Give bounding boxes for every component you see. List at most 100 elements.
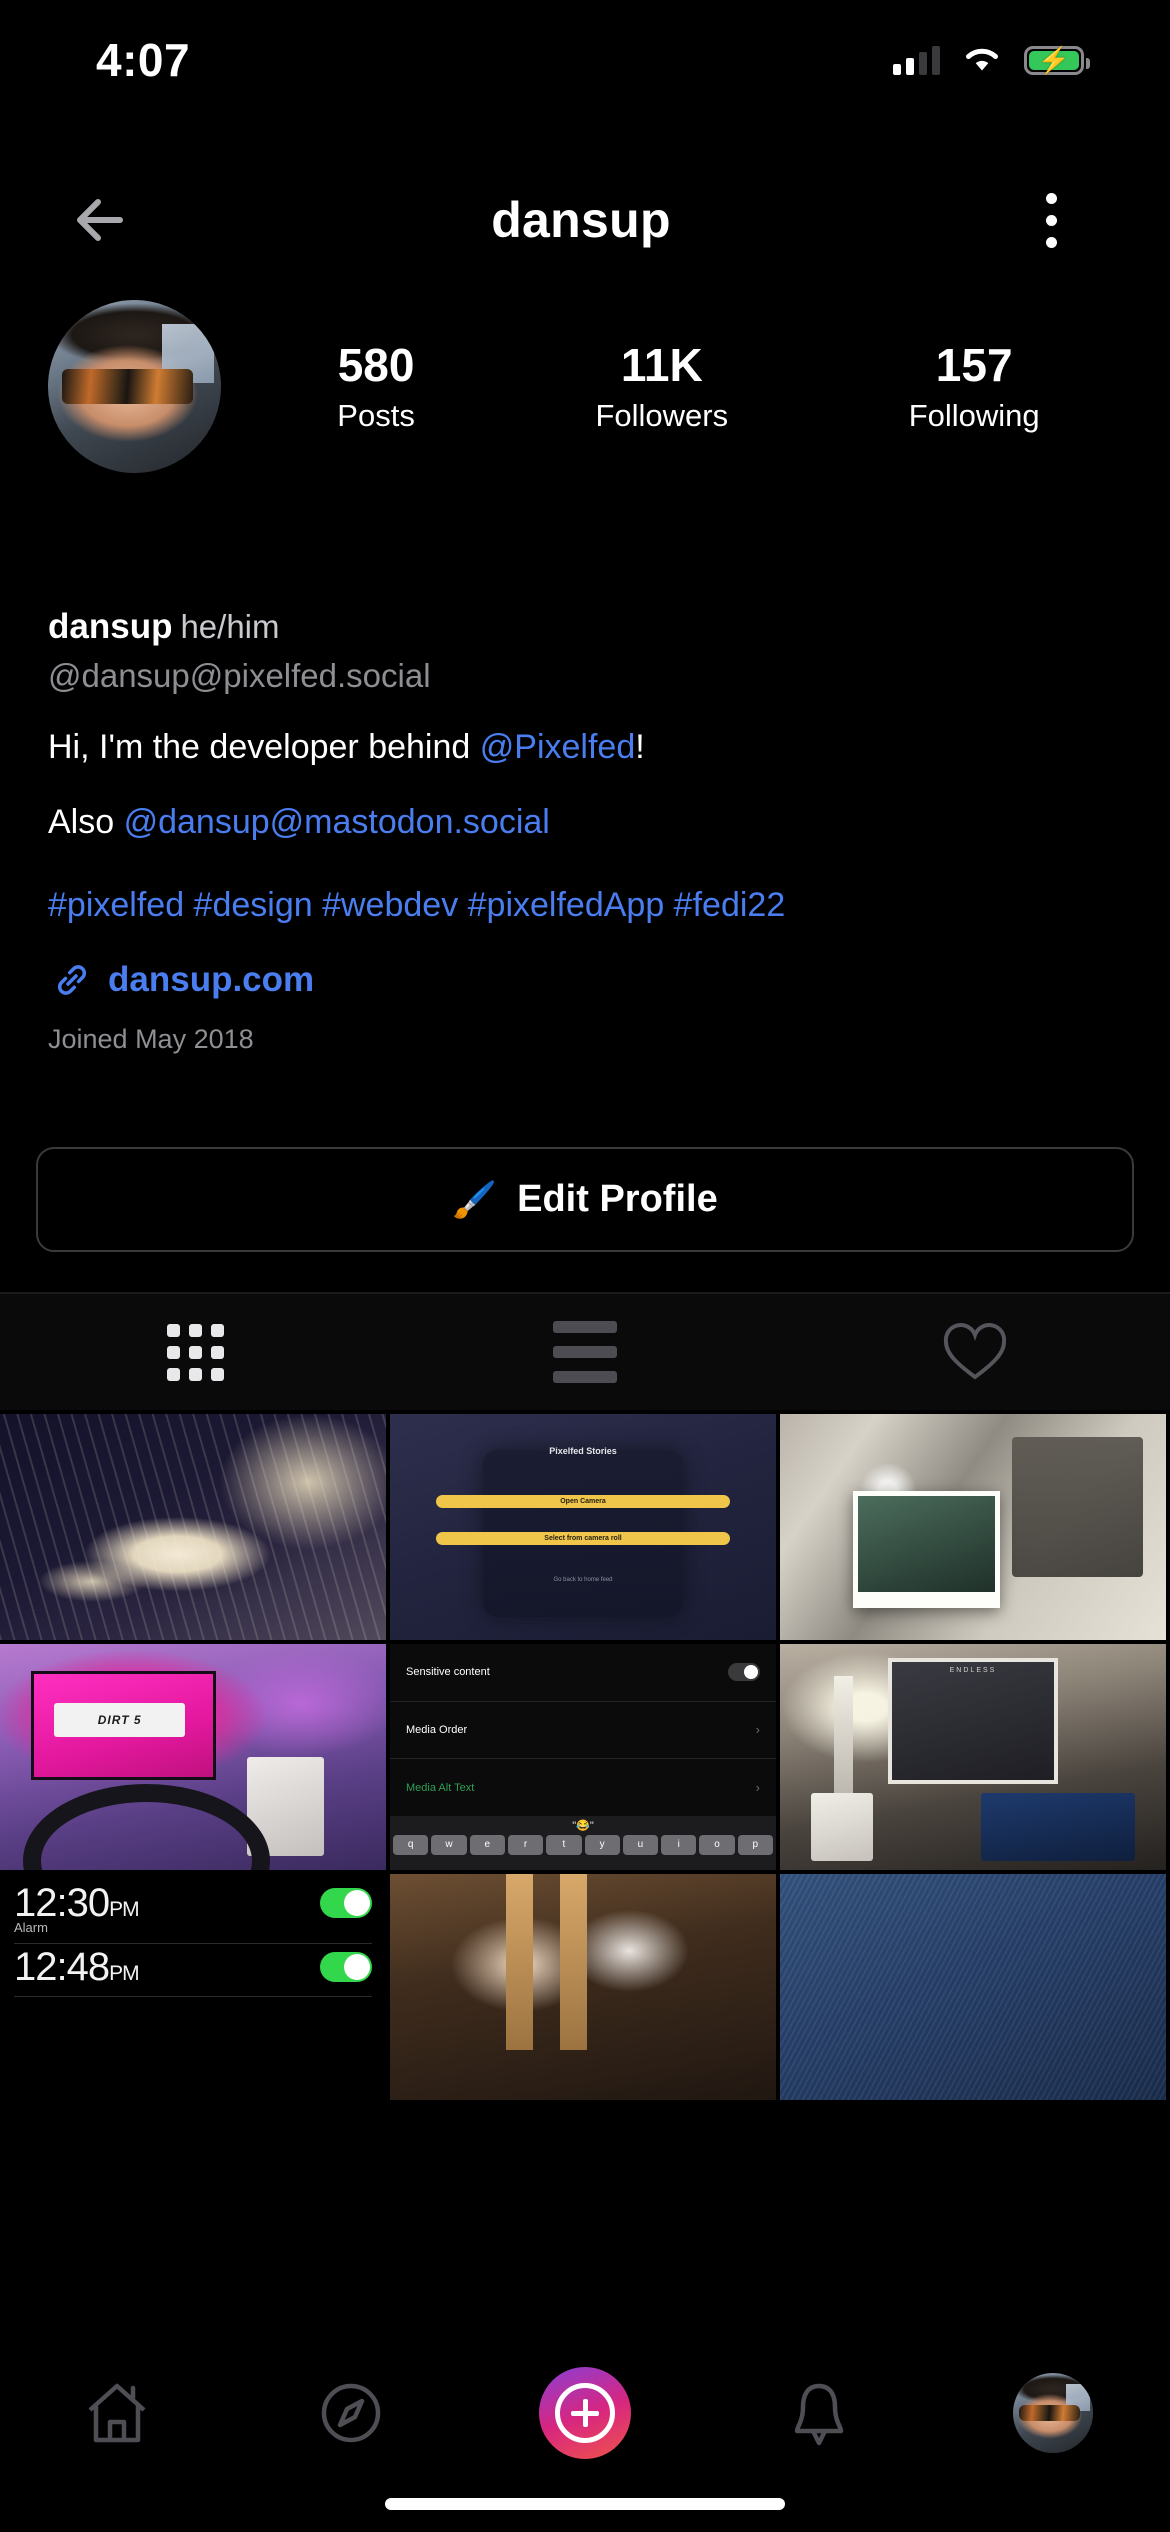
key-r: r (507, 1834, 544, 1855)
key-w: w (431, 1834, 467, 1855)
alarm-meridiem-1: PM (109, 1898, 139, 1921)
poster-caption: ENDLESS (949, 1667, 997, 1675)
keyboard-row-top: q w e r t y u i o p (393, 1834, 773, 1855)
home-indicator (385, 2498, 785, 2510)
stat-followers-value: 11K (620, 339, 703, 392)
account-handle: @dansup@pixelfed.social (48, 656, 431, 694)
settings-row-sensitive: Sensitive content (390, 1644, 776, 1702)
compass-icon (321, 2383, 381, 2443)
onscreen-keyboard: "😂" q w e r t y u i o p (390, 1815, 776, 1870)
stat-followers[interactable]: 11K Followers (595, 339, 728, 433)
profile-bio: dansup he/him @dansup@pixelfed.social Hi,… (0, 605, 1170, 1055)
display-name-row: dansup he/him (48, 605, 1122, 649)
chevron-right-icon: › (755, 1722, 760, 1738)
stat-following-label: Following (908, 397, 1040, 433)
battery-charging-icon: ⚡ (1024, 45, 1090, 75)
settings-label-alt-text: Media Alt Text (406, 1781, 475, 1794)
nav-discover[interactable] (281, 2354, 421, 2472)
chevron-right-icon-2: › (755, 1780, 760, 1796)
nav-home[interactable] (47, 2354, 187, 2472)
post-polaroid-photo[interactable] (780, 1414, 1166, 1640)
post-desk-setup[interactable]: ENDLESS (780, 1644, 1166, 1870)
heart-icon (943, 1323, 1007, 1380)
bio-line-1-text: Hi, I'm the developer behind (48, 727, 480, 766)
tab-feed[interactable] (390, 1294, 780, 1410)
alarm-time-2: 12:48PM (14, 1945, 140, 1989)
post-pixelfed-stories[interactable]: Pixelfed Stories Open Camera Select from… (390, 1414, 776, 1640)
display-name: dansup (48, 607, 173, 646)
stat-posts[interactable]: 580 Posts (337, 339, 415, 433)
settings-label-sensitive: Sensitive content (406, 1666, 490, 1679)
alarm-time-1: 12:30PM (14, 1881, 140, 1925)
settings-row-alt-text: Media Alt Text › (390, 1759, 776, 1817)
home-icon (88, 2383, 146, 2443)
post-wedding-photo[interactable] (390, 1874, 776, 2100)
bio-line-1: Hi, I'm the developer behind @Pixelfed! (48, 720, 1122, 775)
status-time: 4:07 (96, 34, 191, 86)
post-media-settings[interactable]: Sensitive content Media Order › Media Al… (390, 1644, 776, 1870)
key-q: q (393, 1834, 429, 1855)
alarm-meridiem-2: PM (109, 1962, 139, 1985)
key-t: t (546, 1834, 582, 1855)
post-racing-setup[interactable]: DIRT 5 (0, 1644, 386, 1870)
back-button[interactable] (60, 177, 146, 263)
bell-icon (794, 2383, 844, 2446)
page-title: dansup (491, 192, 671, 248)
key-y: y (584, 1834, 620, 1855)
nav-notifications[interactable] (749, 2354, 889, 2472)
profile-avatar[interactable] (48, 300, 221, 473)
stat-posts-value: 580 (337, 339, 415, 392)
profile-stats: 580 Posts 11K Followers 157 Following (247, 339, 1130, 433)
post-grid: Pixelfed Stories Open Camera Select from… (0, 1414, 1170, 2326)
list-view-icon (553, 1321, 617, 1383)
edit-profile-label: Edit Profile (517, 1178, 718, 1220)
profile-header: 580 Posts 11K Followers 157 Following (0, 300, 1170, 473)
alarm-toggle-2 (320, 1952, 372, 1982)
back-arrow-icon (77, 199, 123, 241)
website-row[interactable]: dansup.com (48, 960, 1122, 1000)
alarm-row-1: 12:30PM Alarm (14, 1880, 372, 1944)
post-cat-photo[interactable] (0, 1414, 386, 1640)
dirt5-logo: DIRT 5 (54, 1702, 186, 1737)
stories-sheet-title: Pixelfed Stories (549, 1445, 617, 1456)
wifi-icon (966, 48, 998, 71)
navigation-bar: dansup (0, 160, 1170, 280)
key-u: u (622, 1834, 659, 1855)
post-alarm-screenshot[interactable]: 12:30PM Alarm 12:48PM (0, 1874, 386, 2100)
key-e: e (469, 1834, 505, 1855)
paintbrush-icon: 🖌️ (452, 1178, 498, 1220)
keyboard-emoji-suggestion: "😂" (572, 1819, 594, 1832)
stat-following[interactable]: 157 Following (909, 339, 1040, 433)
tab-likes[interactable] (780, 1294, 1170, 1410)
alarm-row-2: 12:48PM (14, 1944, 372, 1997)
key-i: i (661, 1834, 697, 1855)
plus-circle-icon[interactable] (539, 2367, 631, 2459)
grid-view-icon (166, 1323, 224, 1381)
avatar-icon[interactable] (1013, 2373, 1093, 2453)
post-denim-photo[interactable] (780, 1874, 1166, 2100)
settings-row-media-order: Media Order › (390, 1702, 776, 1760)
bio-line-2-text: Also (48, 802, 124, 841)
stories-camera-roll: Select from camera roll (436, 1531, 730, 1545)
kebab-menu-icon[interactable] (1016, 177, 1086, 263)
link-icon (58, 965, 86, 995)
bio-text: Hi, I'm the developer behind @Pixelfed! … (48, 720, 1122, 850)
status-bar: 4:07 ⚡ (0, 0, 1170, 120)
stat-following-value: 157 (935, 339, 1013, 392)
stories-hint: Go back to home feed (553, 1576, 613, 1583)
tab-grid[interactable] (0, 1294, 390, 1410)
status-indicators: ⚡ (893, 45, 1090, 75)
mastodon-mention-link[interactable]: @dansup@mastodon.social (124, 803, 550, 841)
pronouns: he/him (180, 608, 280, 645)
bio-line-2: Also @dansup@mastodon.social (48, 795, 1122, 850)
stat-posts-label: Posts (337, 397, 415, 433)
cellular-signal-icon (893, 45, 940, 75)
stat-followers-label: Followers (595, 397, 729, 433)
edit-profile-button[interactable]: 🖌️ Edit Profile (36, 1147, 1134, 1252)
pixelfed-mention-link[interactable]: @Pixelfed (480, 728, 635, 766)
nav-create[interactable] (515, 2354, 655, 2472)
stories-open-camera: Open Camera (436, 1495, 730, 1509)
nav-profile[interactable] (983, 2354, 1123, 2472)
bio-hashtags[interactable]: #pixelfed #design #webdev #pixelfedApp #… (48, 878, 1122, 932)
website-link[interactable]: dansup.com (108, 960, 314, 1000)
